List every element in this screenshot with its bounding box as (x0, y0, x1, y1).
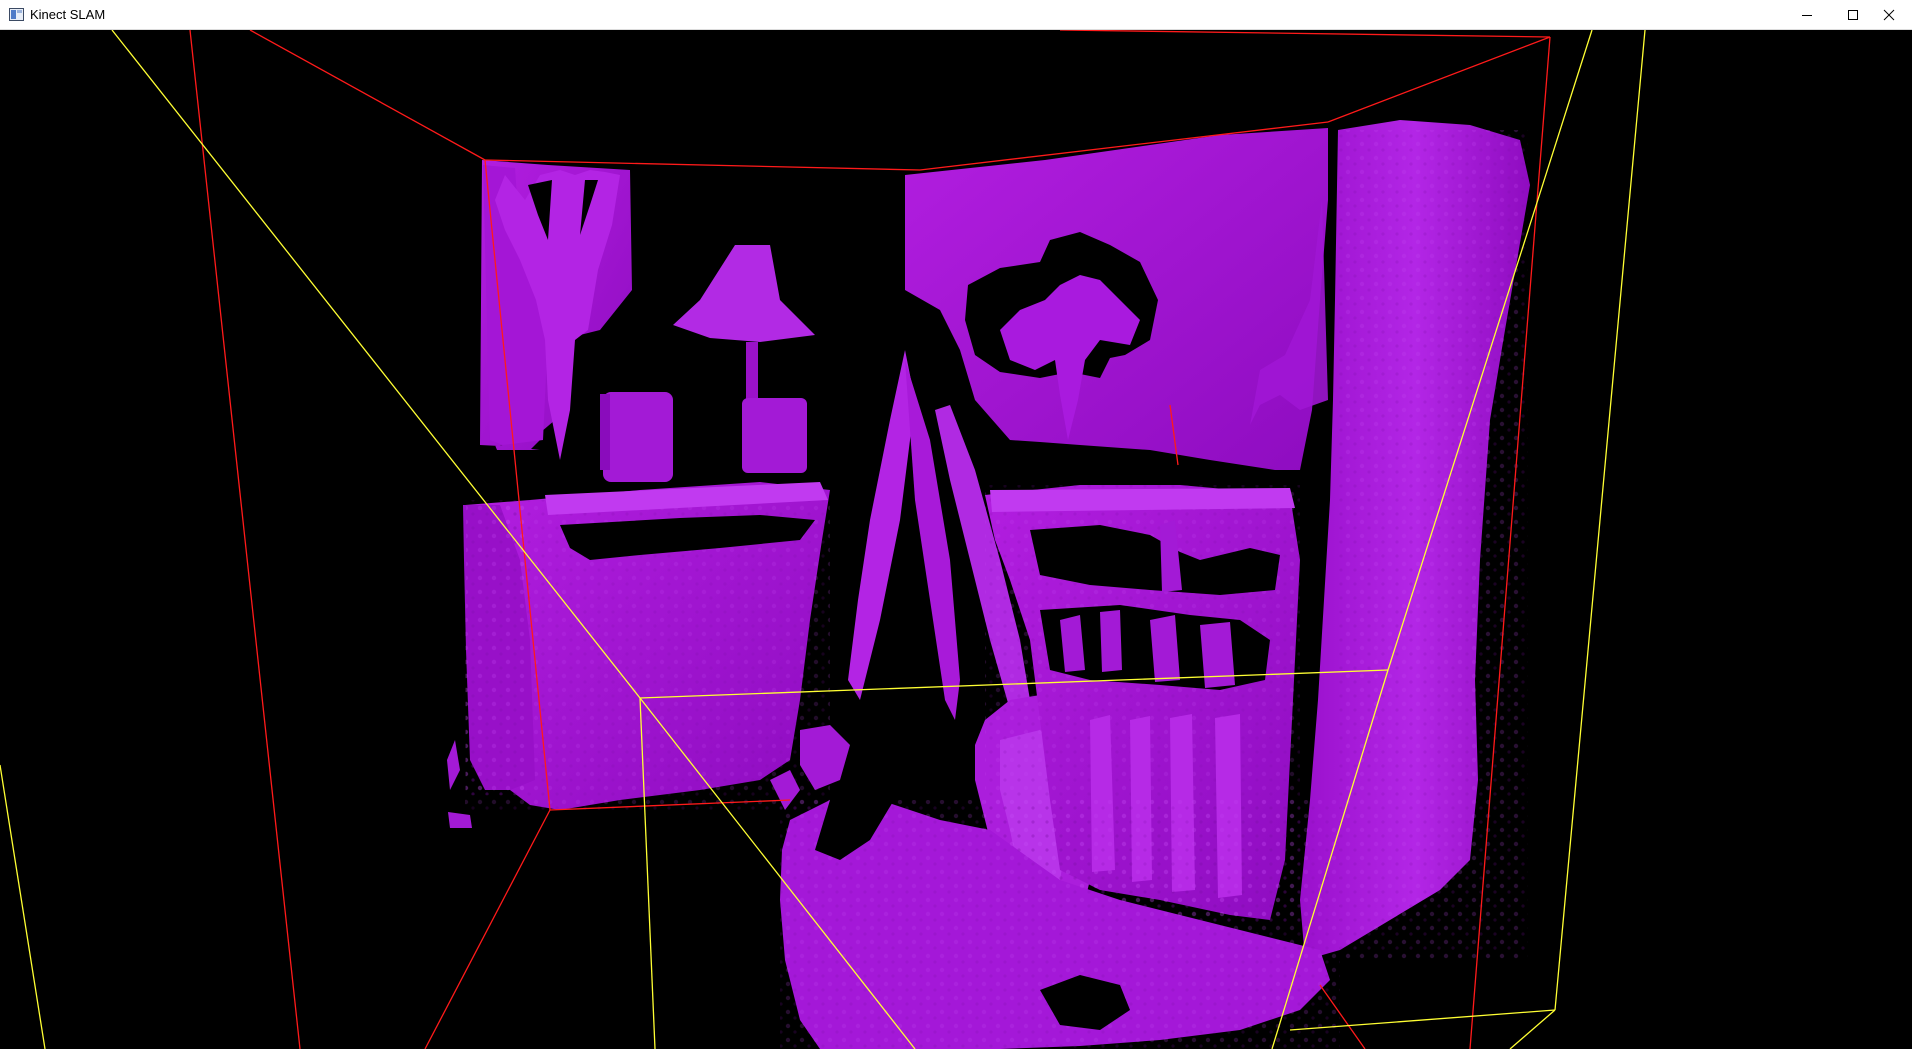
reconstruction-scene (0, 30, 1646, 1049)
title-bar[interactable]: Kinect SLAM (0, 0, 1912, 30)
minimize-icon (1802, 15, 1812, 16)
close-icon (1883, 9, 1895, 21)
left-cabinet-side-texture (466, 505, 526, 795)
right-bookcase-top-rail (990, 488, 1295, 512)
minimize-button[interactable] (1784, 0, 1830, 30)
kinect-slam-window: Kinect SLAM (0, 0, 1912, 1049)
center-stand-left (848, 350, 915, 700)
maximize-icon (1848, 10, 1858, 20)
mesh-reconstruction (447, 120, 1530, 1049)
lamp-shade (673, 245, 815, 342)
left-box-side (600, 394, 610, 470)
lamp-stem (746, 342, 758, 402)
lamp-base (742, 398, 807, 473)
right-wall-texture (1338, 130, 1528, 960)
left-box (603, 392, 673, 482)
close-button[interactable] (1866, 0, 1912, 30)
3d-viewport[interactable] (0, 30, 1912, 1049)
app-window-icon (9, 8, 24, 21)
window-title: Kinect SLAM (30, 7, 106, 22)
